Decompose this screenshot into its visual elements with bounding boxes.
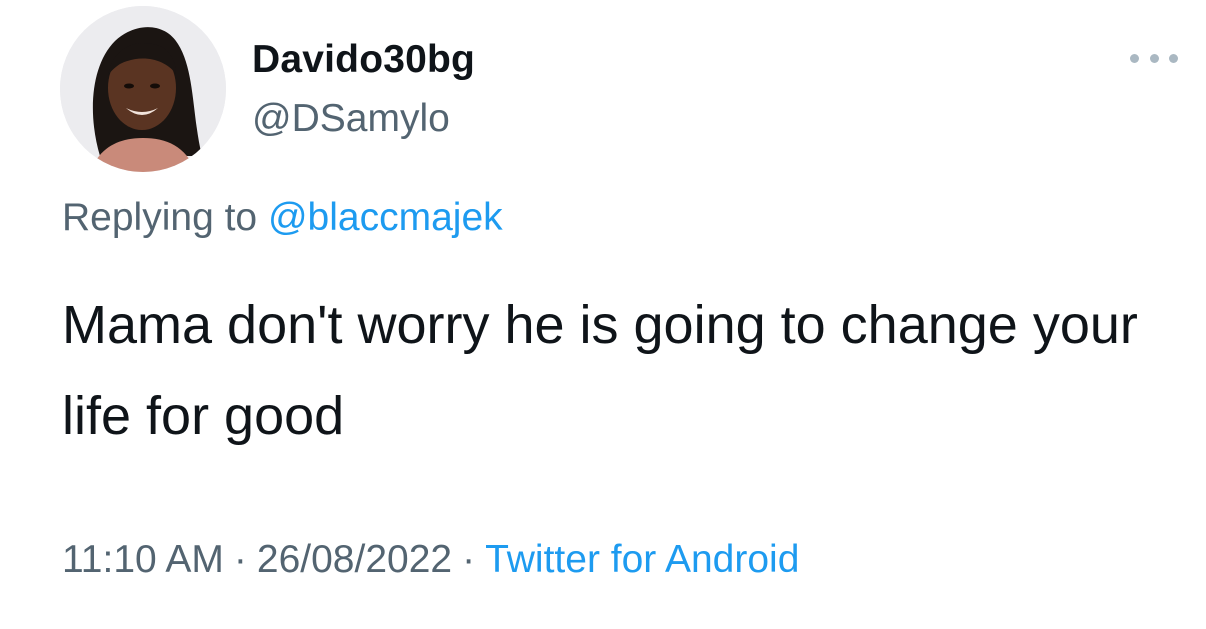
tweet-metadata: 11:10 AM · 26/08/2022 · Twitter for Android	[62, 538, 799, 582]
tweet-time[interactable]: 11:10 AM	[62, 538, 224, 581]
tweet-text: Mama don't worry he is going to change y…	[62, 295, 1138, 446]
more-horizontal-icon	[1130, 53, 1139, 63]
separator-dot: ·	[233, 538, 247, 581]
more-options-button[interactable]	[1130, 46, 1178, 70]
replying-to-line: Replying to @blaccmajek	[62, 196, 503, 240]
more-horizontal-icon-dot	[1169, 53, 1178, 63]
reply-mention-link[interactable]: @blaccmajek	[268, 196, 503, 239]
avatar[interactable]	[60, 6, 226, 172]
more-horizontal-icon-dot	[1149, 53, 1159, 63]
tweet-source-link[interactable]: Twitter for Android	[485, 538, 799, 581]
author-display-name[interactable]: Davido30bg	[252, 38, 475, 82]
replying-to-label: Replying to	[62, 196, 258, 239]
profile-photo	[60, 6, 226, 172]
author-handle[interactable]: @DSamylo	[252, 97, 450, 141]
tweet-date[interactable]: 26/08/2022	[257, 538, 452, 581]
separator-dot: ·	[462, 538, 476, 581]
